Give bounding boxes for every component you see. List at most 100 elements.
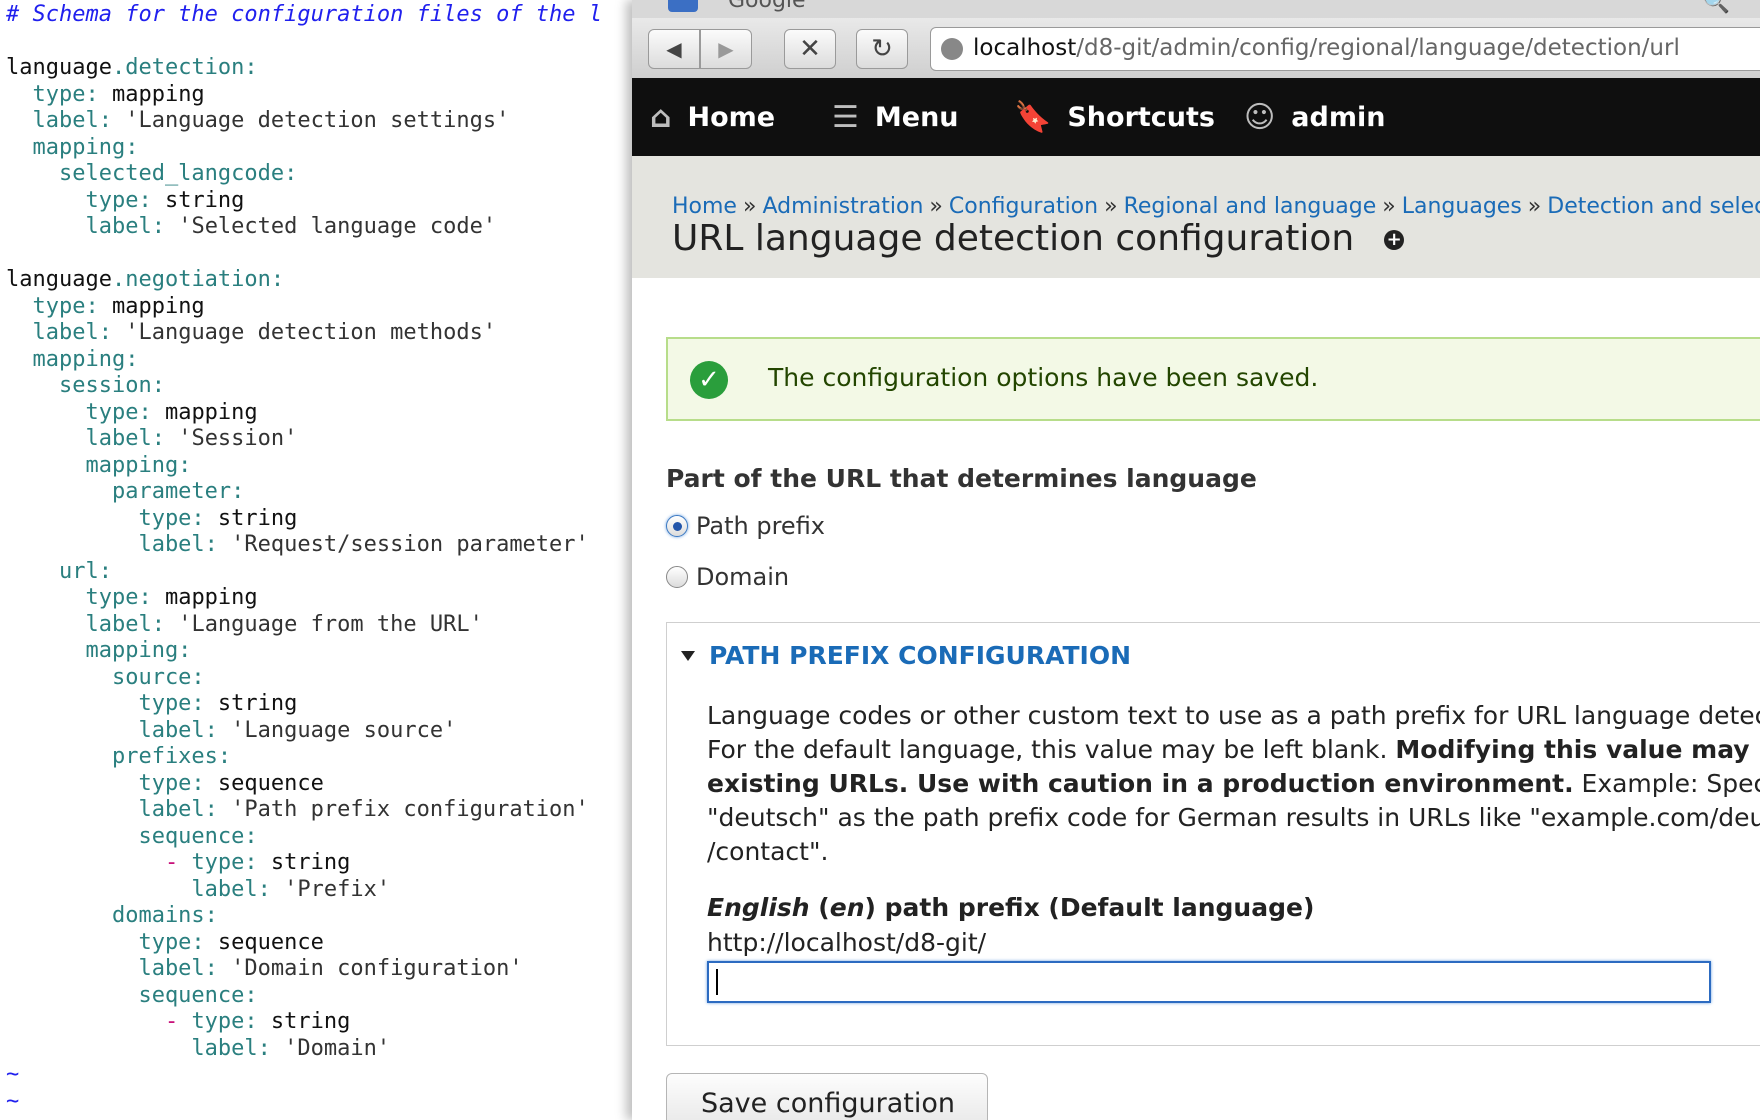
path-prefix-fieldset: PATH PREFIX CONFIGURATION Language codes… [666,622,1760,1046]
code-token: prefixes: [6,744,232,769]
radio-path-prefix[interactable]: Path prefix [666,512,825,540]
code-token: .detection: [111,55,258,80]
toolbar-home[interactable]: ⌂ Home [650,78,775,156]
radio-button-domain[interactable] [666,566,688,588]
prefix-label-rest: path prefix (Default language) [875,893,1315,922]
breadcrumb: Home» Administration» Configuration» Region… [672,194,1760,219]
code-line: ~ [6,1089,19,1115]
code-line: label: 'Language source' [6,718,456,744]
fieldset-legend-text[interactable]: PATH PREFIX CONFIGURATION [709,641,1131,670]
reload-button[interactable]: ↻ [856,29,908,69]
globe-icon [941,38,963,60]
code-line: label: 'Language detection settings' [6,108,509,134]
code-token: 'Domain configuration' [217,956,523,981]
radio-button-path-prefix[interactable] [666,515,688,537]
code-line: parameter: [6,479,244,505]
description-line: /contact". [707,835,1760,869]
code-token: type: [6,81,99,107]
code-line: - type: string [6,1009,350,1035]
code-line: type: mapping [6,293,205,320]
code-line: type: string [6,506,297,532]
add-shortcut-icon[interactable]: + [1384,230,1405,250]
toolbar-home-label: Home [687,101,776,133]
radio-domain[interactable]: Domain [666,563,789,591]
code-token: type: [6,770,205,796]
tab-title[interactable]: Google [728,0,806,13]
stop-button[interactable]: ✕ [784,29,836,69]
code-token: label: [6,611,165,637]
path-prefix-input[interactable] [707,961,1711,1003]
description-text: Example: Specifying [1581,769,1760,798]
code-token: mapping [98,293,205,319]
breadcrumb-separator: » [742,194,757,219]
search-icon[interactable]: 🔍 [1703,0,1730,15]
code-line: label: 'Prefix' [6,877,390,903]
save-configuration-button[interactable]: Save configuration [666,1073,988,1120]
code-token: label: [6,532,218,557]
tab-strip: Google 🔍 [632,0,1760,19]
browser-window: Google 🔍 ◀ ▶ ✕ ↻ localhost/d8-git/admin/… [632,0,1760,1120]
close-icon: ✕ [799,34,821,64]
fieldset-legend[interactable]: PATH PREFIX CONFIGURATION [681,641,1131,670]
arrow-right-icon: ▶ [718,37,734,61]
breadcrumb-link[interactable]: Languages [1402,194,1522,219]
toolbar-shortcuts[interactable]: 🔖 Shortcuts [1014,78,1215,156]
toolbar-shortcuts-label: Shortcuts [1067,101,1216,133]
code-line: type: mapping [6,81,204,108]
code-token: 'Selected language code' [164,214,497,239]
code-token: 'Path prefix configuration' [217,797,589,822]
address-bar[interactable]: localhost/d8-git/admin/config/regional/l… [930,27,1760,71]
code-token: url: [6,558,112,584]
code-token: 'Session' [164,426,298,451]
code-token: 'Language source' [217,717,457,743]
admin-toolbar: ⌂ Home ☰ Menu 🔖 Shortcuts ☺ admin [632,78,1760,156]
toolbar-user[interactable]: ☺ admin [1244,78,1385,156]
code-line: sequence: [6,982,258,1009]
radio-domain-label[interactable]: Domain [696,563,789,591]
description-text: For the default language, this value may… [707,735,1396,764]
code-token: type: [6,691,205,716]
breadcrumb-link[interactable]: Administration [762,194,923,219]
code-line: selected_langcode: [6,161,297,187]
back-button[interactable]: ◀ [648,29,700,69]
code-token: mapping: [6,638,192,663]
code-token: sequence: [6,982,258,1008]
code-line: domains: [6,903,218,929]
toolbar-menu[interactable]: ☰ Menu [832,78,959,156]
code-token: type: [6,187,152,213]
code-line: mapping: [6,638,191,664]
code-token: 'Request/session parameter' [217,532,589,557]
code-token: type: [6,399,152,425]
radio-path-prefix-label[interactable]: Path prefix [696,512,825,540]
breadcrumb-link[interactable]: Home [672,194,737,219]
code-line: source: [6,665,205,691]
code-token: label: [6,876,271,902]
vim-editor[interactable]: # Schema for the configuration files of … [0,0,632,1120]
description-text: /contact". [707,837,829,866]
bookmark-icon: 🔖 [1014,99,1052,135]
code-token: language [6,267,112,292]
page-title: URL language detection configuration + [672,218,1405,259]
code-line: url: [6,559,112,585]
prefix-field-label: English (en) path prefix (Default langua… [707,893,1315,922]
url-text[interactable]: localhost/d8-git/admin/config/regional/l… [973,35,1680,61]
collapse-triangle-icon[interactable] [681,650,695,661]
url-host: localhost [973,35,1077,61]
breadcrumb-link[interactable]: Configuration [949,194,1098,219]
code-token: type: [6,585,152,610]
code-token: .negotiation: [111,267,285,292]
code-token: type: [191,1009,258,1034]
code-token: label: [6,797,218,822]
code-line: - type: string [6,850,350,876]
language-code: en [829,893,865,922]
code-line: type: mapping [6,399,257,426]
forward-button[interactable]: ▶ [700,29,752,69]
code-token: # Schema for the configuration files of … [6,2,603,27]
url-path: /d8-git/admin/config/regional/language/d… [1076,35,1680,61]
code-token: sequence [204,929,324,955]
breadcrumb-link[interactable]: Regional and language [1124,194,1377,219]
url-part-label: Part of the URL that determines language [666,464,1257,493]
text-caret [716,969,718,995]
breadcrumb-link[interactable]: Detection and selection [1547,194,1760,219]
code-line: mapping: [6,453,191,479]
